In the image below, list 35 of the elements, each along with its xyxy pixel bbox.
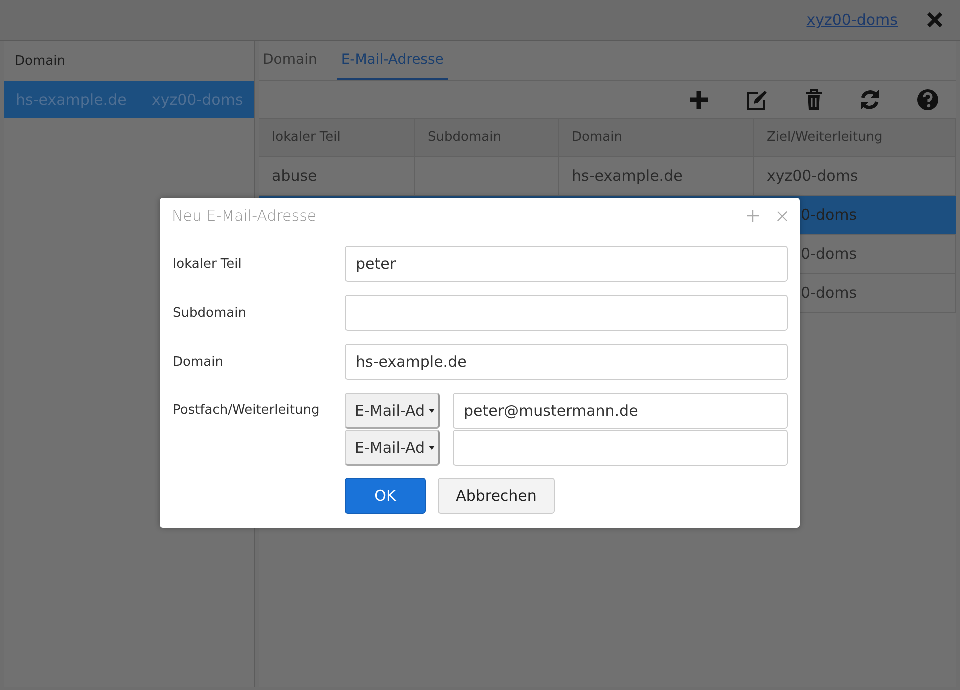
- ok-button[interactable]: OK: [345, 478, 426, 514]
- input-field[interactable]: [453, 430, 788, 466]
- dialog-title: Neu E-Mail-Adresse: [172, 207, 318, 225]
- field-label: Domain: [173, 354, 224, 370]
- caret-icon: [429, 408, 435, 412]
- column-header: Domain: [15, 54, 66, 68]
- close-icon[interactable]: [777, 210, 788, 222]
- input-field[interactable]: hs-example.de: [345, 344, 788, 380]
- field-label: lokaler Teil: [173, 256, 243, 272]
- table-cell: 0-doms: [801, 206, 858, 224]
- type-dropdown[interactable]: E-Mail-Ad: [345, 430, 440, 466]
- caret-icon: [429, 446, 435, 450]
- table-cell: xyz00-doms: [767, 167, 858, 185]
- input-field[interactable]: [345, 295, 788, 331]
- table-cell: hs-example.de: [572, 167, 683, 185]
- cancel-button[interactable]: Abbrechen: [438, 478, 555, 514]
- table-cell: 0-doms: [801, 284, 858, 302]
- refresh-icon[interactable]: [859, 88, 881, 110]
- field-label: Postfach/Weiterleitung: [173, 402, 321, 418]
- field-label: Subdomain: [173, 306, 248, 320]
- trash-icon[interactable]: [805, 88, 823, 110]
- maximize-icon[interactable]: [747, 210, 759, 222]
- input-field[interactable]: peter: [345, 246, 788, 282]
- input-field[interactable]: peter@mustermann.de: [453, 393, 788, 429]
- column-header: lokaler Teil: [259, 119, 415, 156]
- close-icon[interactable]: [926, 11, 944, 29]
- column-header: Subdomain: [415, 119, 559, 156]
- column-header: Domain: [559, 119, 754, 156]
- add-icon[interactable]: [689, 90, 709, 110]
- help-icon[interactable]: [917, 88, 939, 110]
- edit-icon[interactable]: [745, 88, 769, 110]
- table-cell: 0-doms: [801, 245, 858, 263]
- table-cell: abuse: [272, 167, 318, 185]
- column-header: Ziel/Weiterleitung: [754, 119, 956, 156]
- type-dropdown[interactable]: E-Mail-Ad: [345, 393, 440, 429]
